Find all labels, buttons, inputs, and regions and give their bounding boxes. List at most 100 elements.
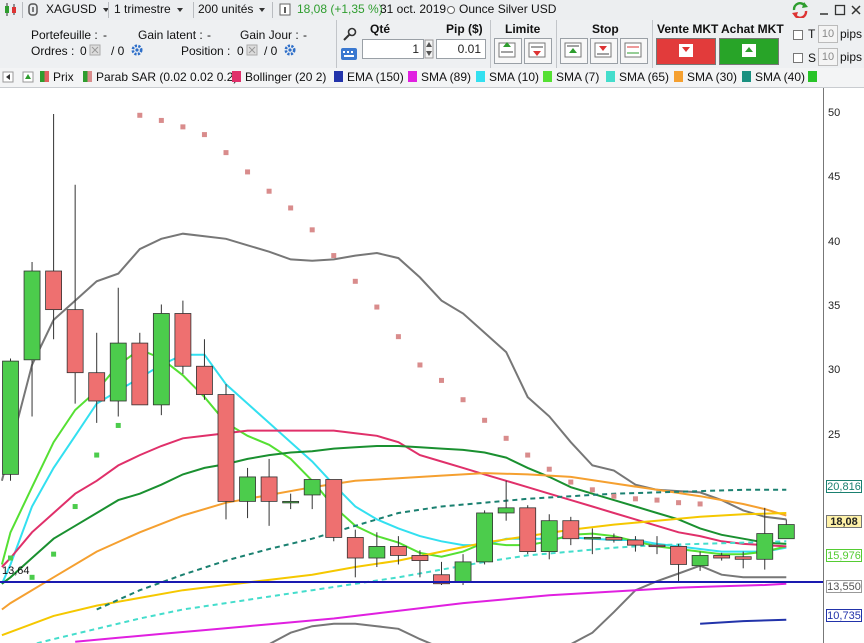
candle[interactable] [777,519,795,540]
candle[interactable] [152,304,170,416]
legend-item-bollinger[interactable]: Bollinger (20 2) [232,70,326,85]
orders-value: 0 [80,44,87,58]
price-change: 18,08 (+1,35 %) [297,2,383,16]
take-profit-pips-input[interactable]: 10 [818,25,838,43]
top-toolbar: XAGUSD 1 trimestre 200 unités 18,08 (+1,… [0,0,864,21]
legend-item-sma-7[interactable]: SMA (7) [543,70,599,85]
sar-dot [439,377,444,383]
buy-limit-button[interactable] [494,38,522,64]
scroll-up-icon[interactable] [22,70,34,85]
candle[interactable] [174,300,192,374]
sell-market-button[interactable] [656,38,716,65]
timeframe-selector[interactable]: 1 trimestre [114,1,183,18]
legend-item-ema-150[interactable]: EMA (150) [334,70,404,85]
sell-limit-button[interactable] [524,38,552,64]
candle[interactable] [454,554,472,586]
indicator-line [1,512,787,637]
delete-orders-icon[interactable] [89,44,101,56]
buy-market-label: Achat MKT [721,22,784,36]
legend-item-price[interactable]: Prix [40,70,74,85]
candle[interactable] [66,184,84,404]
legend-item-parab-sar[interactable]: Parab SAR (0.02 0.02 0.2) [83,70,237,85]
sar-dot [180,124,186,130]
candle[interactable] [260,458,278,526]
units-selector[interactable]: 200 unités [198,1,266,18]
legend-label: EMA (150) [347,70,404,84]
candle[interactable] [196,339,213,400]
candle[interactable] [109,287,127,417]
candle[interactable] [217,384,235,520]
qty-input[interactable]: 1 [362,39,424,59]
legend-label: Bollinger (20 2) [245,70,327,84]
buy-market-button[interactable] [719,38,779,65]
legend-label: SMA (30) [687,70,738,84]
stop-loss-pips-input[interactable]: 10 [818,48,838,66]
stop-label: Stop [592,22,619,36]
candle-body [648,544,666,548]
candle[interactable] [519,505,537,555]
legend-item-sma-65[interactable]: SMA (65) [606,70,669,85]
candle[interactable] [45,114,62,340]
candle-body [88,372,106,402]
candle[interactable] [2,358,19,481]
candle[interactable] [476,510,494,565]
candle[interactable] [346,529,364,578]
maximize-icon[interactable] [834,1,846,18]
candle[interactable] [325,479,343,542]
legend-item-sma-89[interactable]: SMA (89) [408,70,471,85]
candle-body [260,476,278,502]
sar-dot [417,362,423,368]
candlestick-icon[interactable] [2,1,20,18]
portfolio-label: Portefeuille : [31,28,98,42]
candle[interactable] [131,332,149,406]
close-icon[interactable] [850,1,862,18]
sar-dot [676,500,682,506]
minimize-icon[interactable] [818,1,830,18]
candle[interactable] [648,536,666,555]
candle-body [217,394,235,502]
take-profit-checkbox[interactable] [793,30,803,40]
stop-settings-button[interactable] [620,38,648,64]
qty-stepper[interactable] [424,39,434,59]
candle[interactable] [303,479,321,510]
sar-dot [697,501,703,507]
take-profit-pips-unit: pips [840,27,863,41]
quote-date: 31 oct. 2019 [380,2,447,16]
stop-loss-checkbox[interactable] [793,53,803,63]
symbol-selector[interactable]: XAGUSD [46,1,109,18]
info-icon[interactable] [279,1,291,18]
sar-dot [654,497,660,503]
bollinger-swatch-icon [232,71,241,82]
position-settings-gear-icon[interactable] [282,42,298,58]
wrench-icon[interactable] [340,26,358,44]
candle-body [325,479,343,538]
candle[interactable] [239,467,256,519]
legend-item-sma-30[interactable]: SMA (30) [674,70,737,85]
orders-settings-gear-icon[interactable] [129,42,145,58]
candle[interactable] [282,493,300,510]
keyboard-icon[interactable] [340,46,358,62]
candle[interactable] [497,480,515,521]
indicator-line [269,564,787,643]
candle[interactable] [562,516,580,546]
candle[interactable] [23,262,41,417]
legend-item-sma-40[interactable]: SMA (40) [742,70,805,85]
buy-stop-button[interactable] [560,38,588,64]
chevron-down-icon [176,7,183,12]
candle[interactable] [627,536,644,552]
candle[interactable] [88,332,106,423]
price-chart[interactable] [0,88,864,643]
refresh-icon[interactable] [790,1,810,19]
candle-body [627,539,644,546]
close-position-icon[interactable] [246,44,258,56]
position-total: / 0 [264,44,278,58]
link-icon[interactable] [26,1,40,18]
candle-body [109,342,127,402]
sell-stop-button[interactable] [590,38,618,64]
more-indicators-icon[interactable] [808,70,820,85]
pip-input[interactable]: 0.01 [436,39,486,59]
day-gain-label: Gain Jour : [240,28,299,42]
legend-item-sma-10[interactable]: SMA (10) [476,70,539,85]
sma7-swatch-icon [543,71,552,82]
collapse-legend-icon[interactable] [2,70,14,85]
